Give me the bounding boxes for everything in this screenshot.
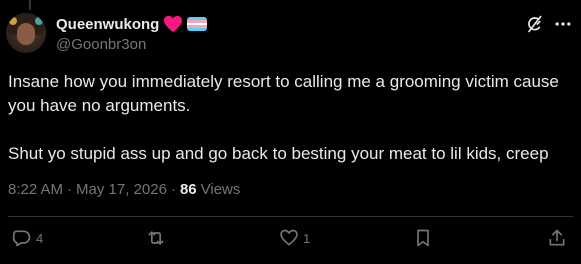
display-name[interactable]: Queenwukong [56,16,159,33]
share-icon [549,229,565,246]
bookmark-icon [417,229,429,247]
thread-connector-line [29,0,31,10]
avatar-accessory-left [9,17,17,25]
avatar-face [17,23,35,45]
tweet-paragraph-1: Insane how you immediately resort to cal… [8,72,559,115]
repost-icon [148,231,164,245]
tweet-paragraph-2: Shut yo stupid ass up and go back to bes… [8,144,549,163]
repost-button[interactable] [146,228,170,248]
views-label: Views [200,181,241,198]
action-bar: 4 1 [0,228,581,256]
reply-count: 4 [36,230,44,246]
author-name-row: Queenwukong [56,14,208,34]
meta-separator: · [170,181,176,198]
tweet-date[interactable]: May 17, 2026 [76,181,167,198]
avatar-accessory-right [35,17,43,25]
share-button[interactable] [547,228,567,248]
reply-icon [12,230,31,247]
like-count: 1 [303,230,311,246]
tweet-text: Insane how you immediately resort to cal… [8,70,573,166]
meta-separator: · [67,181,73,198]
tweet-time[interactable]: 8:22 AM [8,181,63,198]
more-icon[interactable] [553,14,573,34]
tweet-meta: 8:22 AM · May 17, 2026 · 86 Views [8,181,240,198]
author-handle[interactable]: @Goonbr3on [56,36,146,53]
bookmark-button[interactable] [413,228,433,248]
like-button[interactable]: 1 [279,228,310,248]
avatar[interactable] [6,13,46,53]
red-heart-icon [164,15,183,33]
views-count: 86 [179,181,197,198]
transgender-flag-icon [187,17,208,31]
reply-button[interactable]: 4 [12,228,43,248]
divider [8,216,573,217]
grok-icon[interactable] [524,14,544,34]
like-icon [280,229,298,246]
